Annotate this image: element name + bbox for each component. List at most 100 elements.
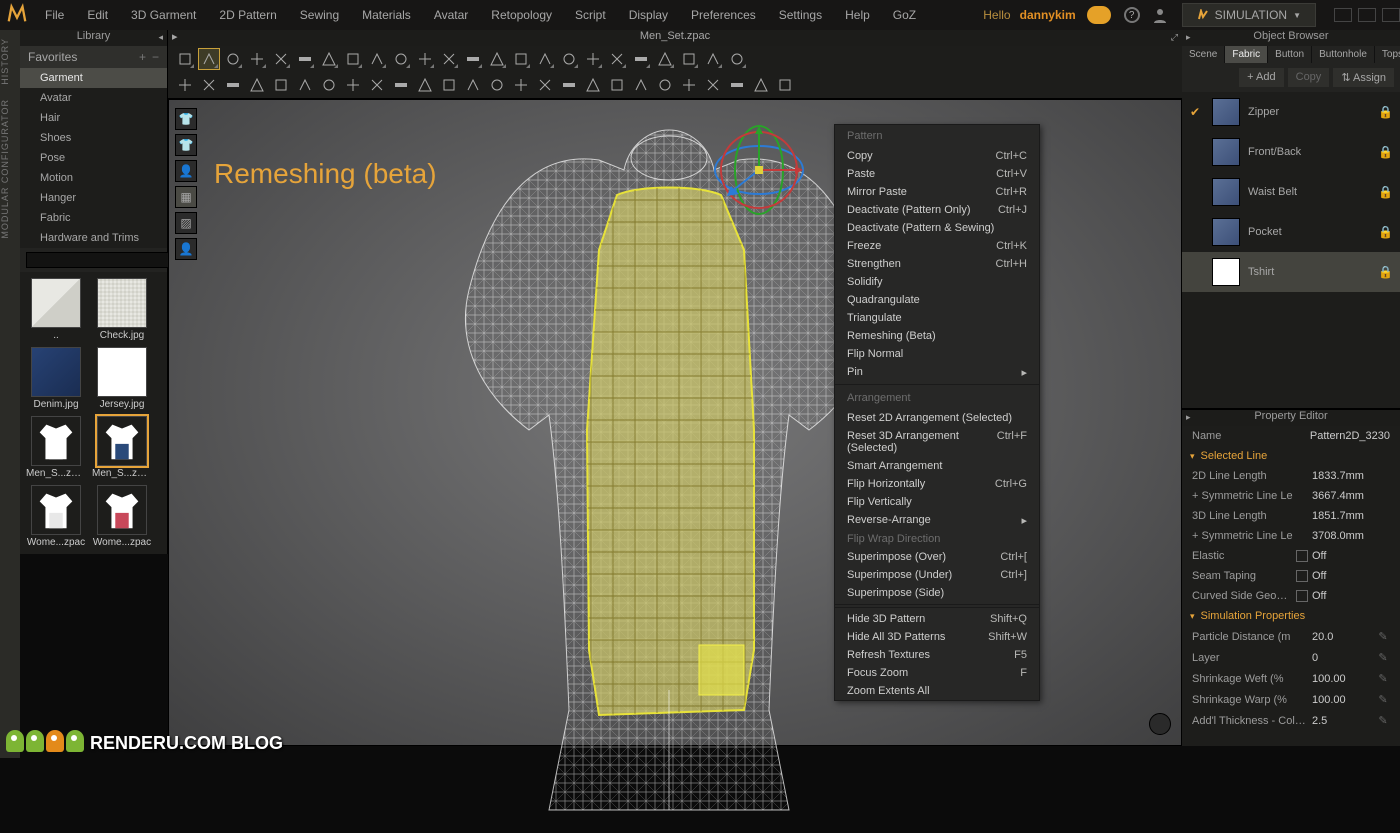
add-button[interactable]: + Add	[1239, 68, 1283, 87]
edit-icon[interactable]: ✎	[1376, 672, 1390, 685]
menu-materials[interactable]: Materials	[352, 4, 421, 26]
context-menu-item[interactable]: Deactivate (Pattern & Sewing)	[835, 219, 1039, 237]
help-icon[interactable]: ?	[1124, 7, 1140, 23]
context-menu-item[interactable]: Zoom Extents All	[835, 682, 1039, 700]
remove-favorite-icon[interactable]: −	[152, 50, 159, 64]
display-shirt2-icon[interactable]: 👕	[175, 134, 197, 156]
assign-button[interactable]: ⇅ Assign	[1333, 68, 1394, 87]
object-tab-button[interactable]: Button	[1268, 46, 1312, 63]
toolbar1-btn-8[interactable]	[366, 48, 388, 70]
library-thumb[interactable]: Jersey.jpg	[92, 347, 152, 410]
fabric-row[interactable]: Pocket 🔒	[1182, 212, 1400, 252]
display-mesh-icon[interactable]: ▦	[175, 186, 197, 208]
property-row[interactable]: 2D Line Length1833.7mm	[1182, 466, 1400, 486]
fabric-row[interactable]: ✔ Zipper 🔒	[1182, 92, 1400, 132]
toolbar1-btn-11[interactable]	[438, 48, 460, 70]
object-tab-scene[interactable]: Scene	[1182, 46, 1225, 63]
toolbar2-btn-0[interactable]	[174, 74, 196, 96]
toolbar2-btn-1[interactable]	[198, 74, 220, 96]
transform-gizmo[interactable]	[709, 120, 809, 220]
context-menu-item[interactable]: Refresh TexturesF5	[835, 646, 1039, 664]
context-menu-item[interactable]: StrengthenCtrl+H	[835, 255, 1039, 273]
context-menu-item[interactable]: Superimpose (Side)	[835, 584, 1039, 602]
fabric-row[interactable]: Front/Back 🔒	[1182, 132, 1400, 172]
menu-retopology[interactable]: Retopology	[481, 4, 562, 26]
property-row[interactable]: + Symmetric Line Le3708.0mm	[1182, 526, 1400, 546]
property-section-header[interactable]: Simulation Properties	[1182, 606, 1400, 626]
avatar-icon[interactable]	[1151, 6, 1169, 24]
library-tree-hair[interactable]: Hair	[20, 108, 167, 128]
library-tree-pose[interactable]: Pose	[20, 148, 167, 168]
history-tab[interactable]: HISTORY	[0, 38, 10, 85]
menu-3d-garment[interactable]: 3D Garment	[121, 4, 206, 26]
toolbar1-btn-12[interactable]	[462, 48, 484, 70]
context-menu-item[interactable]: Flip Vertically	[835, 493, 1039, 511]
menu-preferences[interactable]: Preferences	[681, 4, 766, 26]
toolbar1-btn-22[interactable]	[702, 48, 724, 70]
context-menu-item[interactable]: Triangulate	[835, 309, 1039, 327]
window-close[interactable]	[1382, 8, 1400, 22]
library-search-input[interactable]	[26, 252, 178, 268]
edit-icon[interactable]: ✎	[1376, 651, 1390, 664]
window-minimize[interactable]	[1334, 8, 1352, 22]
library-thumb[interactable]: Men_S...zpac	[26, 416, 86, 479]
toolbar1-btn-23[interactable]	[726, 48, 748, 70]
context-menu-item[interactable]: Reset 2D Arrangement (Selected)	[835, 409, 1039, 427]
toolbar1-btn-3[interactable]	[246, 48, 268, 70]
menu-help[interactable]: Help	[835, 4, 880, 26]
library-tree-shoes[interactable]: Shoes	[20, 128, 167, 148]
window-restore[interactable]	[1358, 8, 1376, 22]
document-tab[interactable]: ▸Men_Set.zpac⤢	[168, 30, 1182, 46]
viewport-settings-icon[interactable]	[1149, 713, 1171, 735]
toolbar2-btn-6[interactable]	[318, 74, 340, 96]
library-tree-fabric[interactable]: Fabric	[20, 208, 167, 228]
menu-goz[interactable]: GoZ	[883, 4, 926, 26]
toolbar1-btn-15[interactable]	[534, 48, 556, 70]
simulation-mode-dropdown[interactable]: SIMULATION ▼	[1182, 3, 1316, 27]
toolbar2-btn-4[interactable]	[270, 74, 292, 96]
library-thumb[interactable]: Wome...zpac	[26, 485, 86, 548]
context-menu-item[interactable]: Smart Arrangement	[835, 457, 1039, 475]
menu-settings[interactable]: Settings	[769, 4, 832, 26]
context-menu-item[interactable]: Deactivate (Pattern Only)Ctrl+J	[835, 201, 1039, 219]
property-row[interactable]: Particle Distance (m20.0✎	[1182, 626, 1400, 647]
object-tab-topstitch[interactable]: Topstitch	[1375, 46, 1400, 63]
context-menu-item[interactable]: Hide All 3D PatternsShift+W	[835, 628, 1039, 646]
toolbar1-btn-14[interactable]	[510, 48, 532, 70]
library-tree-hanger[interactable]: Hanger	[20, 188, 167, 208]
toolbar1-btn-2[interactable]	[222, 48, 244, 70]
add-favorite-icon[interactable]: +	[139, 50, 146, 64]
username[interactable]: dannykim	[1020, 8, 1076, 22]
display-silhouette-icon[interactable]: 👤	[175, 238, 197, 260]
copy-button[interactable]: Copy	[1288, 68, 1330, 87]
toolbar1-btn-21[interactable]	[678, 48, 700, 70]
lock-icon[interactable]: 🔒	[1378, 265, 1392, 279]
toolbar1-btn-13[interactable]	[486, 48, 508, 70]
context-menu-item[interactable]: Hide 3D PatternShift+Q	[835, 610, 1039, 628]
toolbar1-btn-5[interactable]	[294, 48, 316, 70]
fabric-row[interactable]: Tshirt 🔒	[1182, 252, 1400, 292]
context-menu-item[interactable]: Superimpose (Under)Ctrl+]	[835, 566, 1039, 584]
edit-icon[interactable]: ✎	[1376, 630, 1390, 643]
display-texture-icon[interactable]: ▨	[175, 212, 197, 234]
toolbar1-btn-19[interactable]	[630, 48, 652, 70]
context-menu-item[interactable]: Solidify	[835, 273, 1039, 291]
property-row[interactable]: Layer0✎	[1182, 647, 1400, 668]
lock-icon[interactable]: 🔒	[1378, 185, 1392, 199]
toolbar1-btn-6[interactable]	[318, 48, 340, 70]
library-tree-avatar[interactable]: Avatar	[20, 88, 167, 108]
toolbar1-btn-4[interactable]	[270, 48, 292, 70]
object-tab-buttonhole[interactable]: Buttonhole	[1312, 46, 1375, 63]
property-row[interactable]: 3D Line Length1851.7mm	[1182, 506, 1400, 526]
context-menu-item[interactable]: Reverse-Arrange▸	[835, 511, 1039, 530]
menu-script[interactable]: Script	[565, 4, 616, 26]
context-menu-item[interactable]: PasteCtrl+V	[835, 165, 1039, 183]
display-shirt1-icon[interactable]: 👕	[175, 108, 197, 130]
library-thumb[interactable]: Denim.jpg	[26, 347, 86, 410]
context-menu-item[interactable]: Focus ZoomF	[835, 664, 1039, 682]
checkbox[interactable]	[1296, 590, 1308, 602]
library-thumb[interactable]: ..	[26, 278, 86, 341]
checkbox[interactable]	[1296, 570, 1308, 582]
lock-icon[interactable]: 🔒	[1378, 105, 1392, 119]
edit-icon[interactable]: ✎	[1376, 714, 1390, 727]
